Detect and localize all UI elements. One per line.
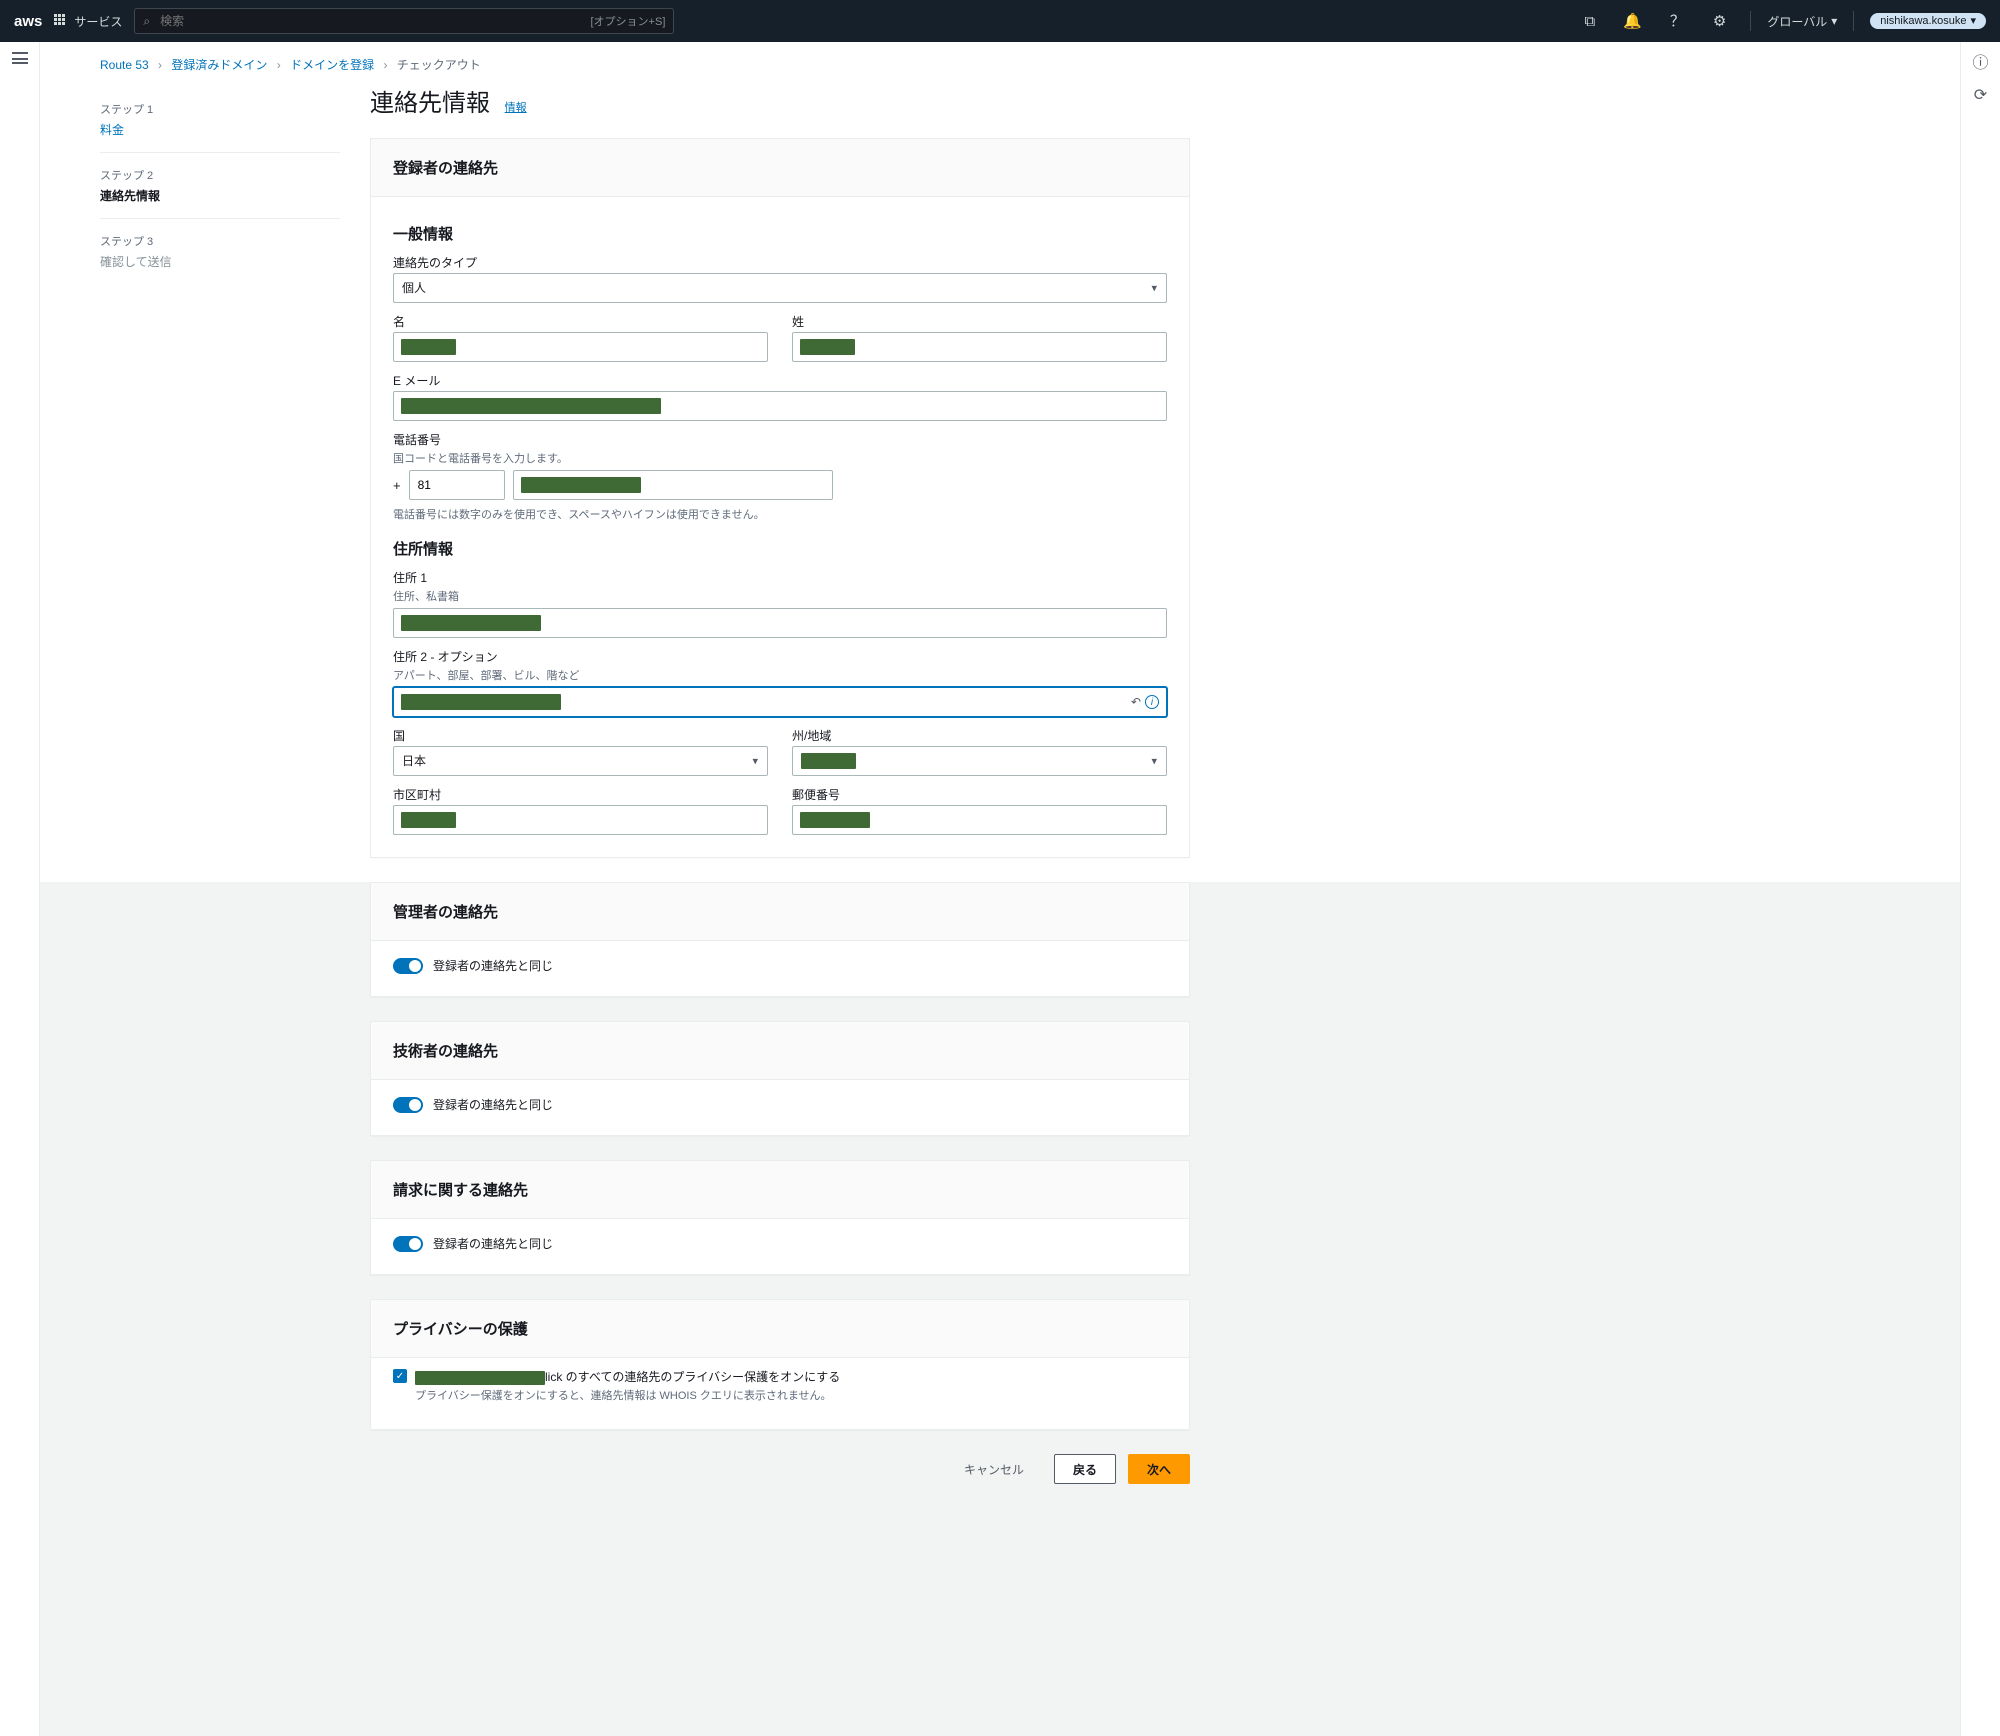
step-1[interactable]: ステップ 1 料金 xyxy=(100,87,340,153)
phone-plus: + xyxy=(393,478,401,493)
registrant-title: 登録者の連絡先 xyxy=(371,139,1189,197)
breadcrumb-current: チェックアウト xyxy=(397,58,481,72)
section-general: 一般情報 xyxy=(393,223,1167,244)
state-select[interactable] xyxy=(792,746,1167,776)
masked-value xyxy=(401,615,541,631)
breadcrumb-route53[interactable]: Route 53 xyxy=(100,58,149,72)
privacy-checkbox[interactable]: ✓ xyxy=(393,1369,407,1383)
privacy-help: プライバシー保護をオンにすると、連絡先情報は WHOIS クエリに表示されません… xyxy=(415,1387,840,1403)
user-menu[interactable]: nishikawa.kosuke ▾ xyxy=(1870,13,1986,29)
country-select[interactable]: 日本 xyxy=(393,746,768,776)
step-2: ステップ 2 連絡先情報 xyxy=(100,153,340,219)
state-label: 州/地域 xyxy=(792,727,1167,744)
addr2-label: 住所 2 - オプション xyxy=(393,648,1167,665)
search-input[interactable] xyxy=(158,13,590,29)
back-button[interactable]: 戻る xyxy=(1054,1454,1116,1484)
addr1-help: 住所、私書箱 xyxy=(393,588,1167,604)
contact-type-select[interactable]: 個人 xyxy=(393,273,1167,303)
search-icon: ⌕ xyxy=(143,15,150,27)
search-kbd-hint: [オプション+S] xyxy=(591,13,666,29)
masked-value xyxy=(401,812,456,828)
zip-label: 郵便番号 xyxy=(792,786,1167,803)
billing-same-toggle[interactable] xyxy=(393,1236,423,1252)
phone-cc-input[interactable] xyxy=(409,470,505,500)
masked-value xyxy=(401,339,456,355)
right-rail: ⓘ ⟳ xyxy=(1960,42,2000,1736)
addr2-help: アパート、部屋、部署、ビル、階など xyxy=(393,667,1167,683)
breadcrumb-register[interactable]: ドメインを登録 xyxy=(290,58,374,72)
admin-same-toggle[interactable] xyxy=(393,958,423,974)
wizard-steps: ステップ 1 料金 ステップ 2 連絡先情報 ステップ 3 確認して送信 xyxy=(100,83,340,1484)
contact-type-label: 連絡先のタイプ xyxy=(393,254,1167,271)
services-menu[interactable]: サービス xyxy=(54,13,122,30)
admin-panel: 管理者の連絡先 登録者の連絡先と同じ xyxy=(370,882,1190,997)
region-selector[interactable]: グローバル ▾ xyxy=(1767,13,1837,30)
admin-title: 管理者の連絡先 xyxy=(371,883,1189,941)
cancel-button[interactable]: キャンセル xyxy=(946,1454,1042,1484)
privacy-title: プライバシーの保護 xyxy=(371,1300,1189,1358)
step-3: ステップ 3 確認して送信 xyxy=(100,219,340,284)
masked-value xyxy=(401,694,561,710)
masked-value xyxy=(801,753,856,769)
info-icon[interactable]: i xyxy=(1145,695,1159,709)
breadcrumb-domains[interactable]: 登録済みドメイン xyxy=(171,58,267,72)
billing-same-label: 登録者の連絡先と同じ xyxy=(433,1235,553,1252)
cloudshell-icon[interactable]: ⧉ xyxy=(1584,14,1595,29)
services-label: サービス xyxy=(74,13,122,30)
privacy-panel: プライバシーの保護 ✓ lick のすべての連絡先のプライバシー保護をオンにする… xyxy=(370,1299,1190,1430)
city-label: 市区町村 xyxy=(393,786,768,803)
section-address: 住所情報 xyxy=(393,538,1167,559)
masked-value xyxy=(521,477,641,493)
masked-value xyxy=(415,1371,545,1385)
masked-value xyxy=(800,812,870,828)
masked-value xyxy=(401,398,661,414)
next-button[interactable]: 次へ xyxy=(1128,1454,1190,1484)
top-nav: aws サービス ⌕ [オプション+S] ⧉ 🔔 ？ ⚙ グローバル ▾ nis… xyxy=(0,0,2000,42)
last-name-label: 姓 xyxy=(792,313,1167,330)
breadcrumb: Route 53 › 登録済みドメイン › ドメインを登録 › チェックアウト xyxy=(40,42,1960,83)
settings-icon[interactable]: ⚙ xyxy=(1713,14,1726,29)
wizard-footer: キャンセル 戻る 次へ xyxy=(370,1454,1190,1484)
hamburger-icon[interactable] xyxy=(12,52,28,64)
aws-logo[interactable]: aws xyxy=(14,13,42,30)
masked-value xyxy=(800,339,855,355)
admin-same-label: 登録者の連絡先と同じ xyxy=(433,957,553,974)
grid-icon xyxy=(54,14,68,28)
billing-panel: 請求に関する連絡先 登録者の連絡先と同じ xyxy=(370,1160,1190,1275)
help-icon[interactable]: ？ xyxy=(1670,14,1685,29)
tech-same-toggle[interactable] xyxy=(393,1097,423,1113)
undo-icon[interactable]: ↶ xyxy=(1131,696,1141,708)
left-rail xyxy=(0,42,40,1736)
caret-down-icon: ▾ xyxy=(1970,16,1976,27)
phone-help: 国コードと電話番号を入力します。 xyxy=(393,450,1167,466)
page-title: 連絡先情報 情報 xyxy=(370,83,1190,118)
country-label: 国 xyxy=(393,727,768,744)
info-panel-icon[interactable]: ⓘ xyxy=(1972,56,1988,72)
phone-label: 電話番号 xyxy=(393,431,1167,448)
first-name-label: 名 xyxy=(393,313,768,330)
addr1-label: 住所 1 xyxy=(393,569,1167,586)
info-link[interactable]: 情報 xyxy=(505,102,527,114)
notifications-icon[interactable]: 🔔 xyxy=(1623,14,1642,29)
phone-rule: 電話番号には数字のみを使用でき、スペースやハイフンは使用できません。 xyxy=(393,506,1167,522)
history-icon[interactable]: ⟳ xyxy=(1974,88,1987,104)
tech-title: 技術者の連絡先 xyxy=(371,1022,1189,1080)
registrant-panel: 登録者の連絡先 一般情報 連絡先のタイプ 個人 名 xyxy=(370,138,1190,858)
caret-down-icon: ▾ xyxy=(1831,15,1837,27)
tech-panel: 技術者の連絡先 登録者の連絡先と同じ xyxy=(370,1021,1190,1136)
email-label: E メール xyxy=(393,372,1167,389)
privacy-label: lick のすべての連絡先のプライバシー保護をオンにする xyxy=(415,1368,840,1385)
billing-title: 請求に関する連絡先 xyxy=(371,1161,1189,1219)
search-box[interactable]: ⌕ [オプション+S] xyxy=(134,8,674,34)
tech-same-label: 登録者の連絡先と同じ xyxy=(433,1096,553,1113)
